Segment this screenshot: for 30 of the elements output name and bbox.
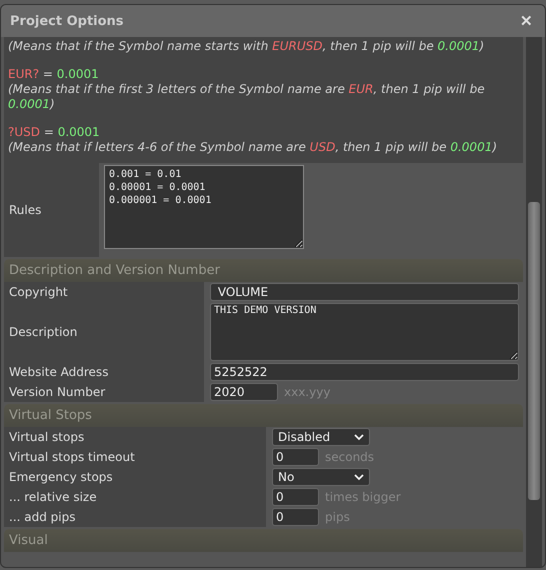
number-field[interactable]: 0: [272, 508, 319, 526]
close-button[interactable]: ✕: [520, 12, 533, 30]
field-label: ... add pips: [9, 510, 76, 524]
window-title: Project Options: [10, 14, 124, 28]
field-label: Website Address: [9, 365, 108, 379]
field-label: Description: [9, 325, 78, 339]
number-field[interactable]: 0: [272, 488, 319, 506]
number-field[interactable]: 2020: [210, 383, 278, 401]
text-field[interactable]: VOLUME: [210, 283, 519, 301]
field-label: Virtual stops timeout: [9, 450, 135, 464]
field-label: Emergency stops: [9, 470, 113, 484]
chevron-down-icon: [354, 434, 364, 440]
rule-example: EUR? = 0.0001: [8, 67, 100, 82]
chevron-down-icon: [354, 474, 364, 480]
scrollbar[interactable]: [526, 37, 542, 567]
rule-explanation: (Means that if letters 4-6 of the Symbol name are USD, then 1 pip will be 0.0001): [8, 140, 498, 155]
text-field[interactable]: 5252522: [210, 363, 519, 381]
field-label: Virtual stops: [9, 430, 84, 444]
field-label: Rules: [9, 203, 42, 217]
field-label: ... relative size: [9, 490, 97, 504]
rule-explanation: (Means that if the Symbol name starts with EURUSD, then 1 pip will be 0.0001): [8, 39, 486, 54]
dropdown[interactable]: Disabled: [272, 428, 370, 446]
field-label: Copyright: [9, 285, 68, 299]
rule-example: ?USD = 0.0001: [8, 125, 101, 140]
rules-textarea[interactable]: 0.001 = 0.01 0.00001 = 0.0001 0.000001 = 0.0001: [104, 165, 304, 249]
description-textarea[interactable]: THIS DEMO VERSION: [210, 303, 519, 361]
rule-explanation: (Means that if the first 3 letters of the Symbol name are EUR, then 1 pip will be 0.0001): [8, 82, 486, 112]
dropdown[interactable]: No: [272, 468, 370, 486]
number-field[interactable]: 0: [272, 448, 319, 466]
field-label: Version Number: [9, 385, 106, 399]
